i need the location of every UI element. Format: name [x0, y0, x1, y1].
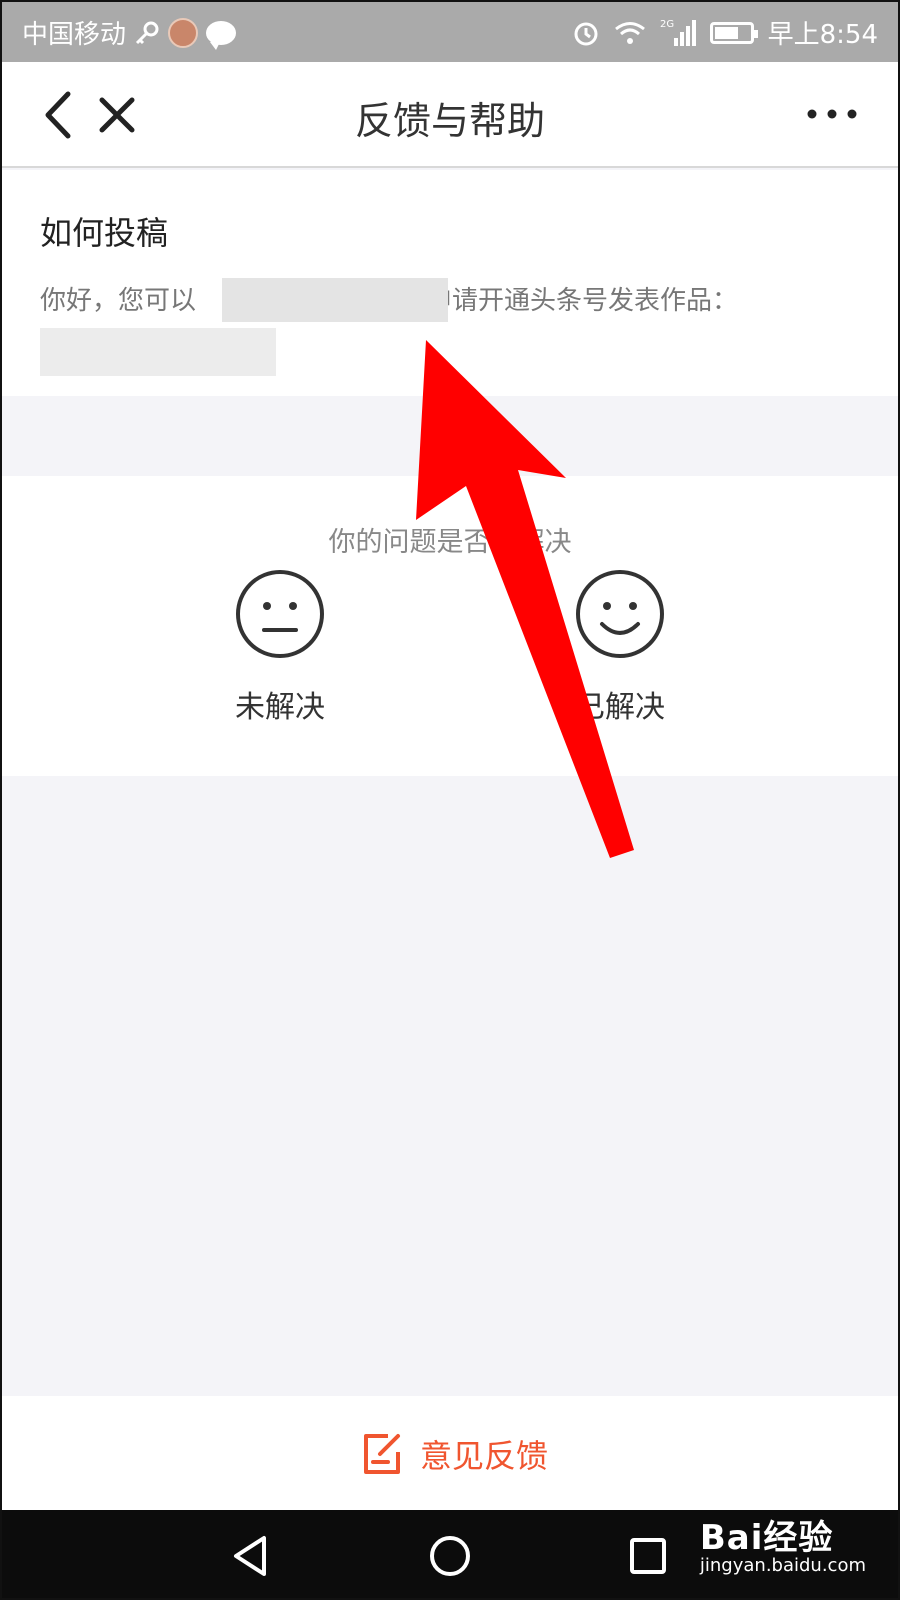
solved-option[interactable]: 已解决	[540, 568, 700, 726]
article-body-start: 你好，您可以	[40, 286, 197, 316]
system-nav-bar: Bai经验 jingyan.baidu.com	[0, 1510, 900, 1600]
carrier-label: 中国移动	[22, 20, 127, 50]
page-title: 反馈与帮助	[354, 99, 545, 143]
bottom-action-bar: 意见反馈	[0, 1396, 900, 1510]
resolution-card: 你的问题是否已解决 未解决 已解决	[0, 476, 900, 776]
wifi-icon	[614, 20, 646, 46]
more-icon	[807, 109, 857, 119]
alarm-icon	[572, 19, 600, 47]
key-icon	[134, 20, 160, 46]
nav-home-button[interactable]	[422, 1528, 478, 1584]
nav-back-icon	[234, 1536, 266, 1576]
smile-face-icon	[576, 570, 664, 658]
article-body-end: 申请开通头条号发表作品：	[426, 286, 739, 316]
neutral-face-icon	[236, 570, 324, 658]
more-button[interactable]	[802, 94, 862, 134]
resolution-question: 你的问题是否已解决	[328, 527, 572, 558]
baidu-watermark: Bai经验 jingyan.baidu.com	[700, 1510, 866, 1576]
redacted-block	[222, 278, 448, 322]
article-title: 如何投稿	[40, 214, 169, 252]
unsolved-option[interactable]: 未解决	[200, 568, 360, 726]
chat-icon	[206, 20, 237, 50]
solved-label: 已解决	[575, 690, 665, 725]
app-badge-icon	[168, 17, 199, 48]
watermark-logo: Bai经验	[699, 1518, 834, 1558]
network-label: 2G	[660, 19, 674, 30]
help-article: 如何投稿 你好，您可以 申请开通头条号发表作品：	[0, 170, 900, 396]
edit-note-icon	[364, 1434, 400, 1474]
app-header: 反馈与帮助	[0, 62, 900, 168]
feedback-button[interactable]: 意见反馈	[358, 1430, 548, 1478]
unsolved-label: 未解决	[235, 690, 325, 725]
status-bar: 中国移动 2G 早上8:54	[0, 0, 900, 62]
redacted-block	[40, 328, 276, 376]
feedback-label: 意见反馈	[420, 1437, 549, 1475]
nav-back-button[interactable]	[224, 1528, 280, 1584]
watermark-url: jingyan.baidu.com	[699, 1555, 866, 1576]
clock-label: 早上8:54	[767, 20, 878, 50]
nav-home-icon	[430, 1536, 470, 1576]
signal-icon: 2G	[660, 18, 696, 48]
nav-recent-icon	[630, 1538, 666, 1574]
battery-icon	[709, 21, 758, 44]
nav-recent-button[interactable]	[620, 1528, 676, 1584]
